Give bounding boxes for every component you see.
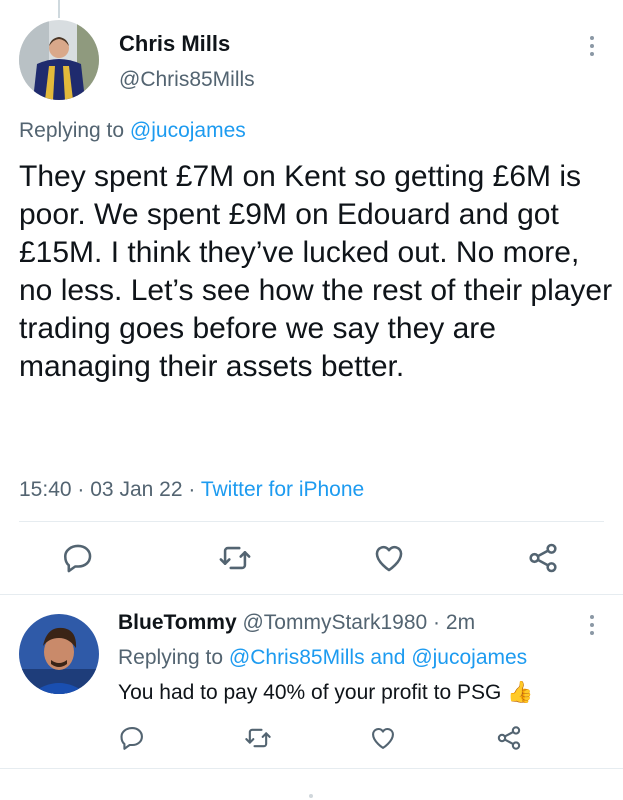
replying-to-handle-link[interactable]: @Chris85Mills [229,646,365,669]
reply-age[interactable]: 2m [446,611,475,634]
more-options-icon[interactable] [590,36,596,56]
heart-icon[interactable] [369,724,397,752]
page-indicator-dot [309,794,313,798]
heart-icon[interactable] [372,541,406,575]
reply-tweet-text: You had to pay 40% of your profit to PSG… [118,681,533,705]
divider [0,594,623,595]
retweet-icon[interactable] [244,724,272,752]
retweet-icon[interactable] [218,541,252,575]
replying-to: Replying to @Chris85Mills and @jucojames [118,646,527,670]
tweet-time[interactable]: 15:40 [19,478,72,501]
replying-to-and[interactable]: and [370,646,405,669]
share-icon[interactable] [526,541,560,575]
avatar[interactable] [19,614,99,694]
author-name[interactable]: Chris Mills [119,31,230,57]
meta-separator: · [188,478,196,501]
thread-connector-line [58,0,60,18]
replying-to-label: Replying to [118,646,224,669]
tweet-metadata: 15:40 · 03 Jan 22 · Twitter for iPhone [19,478,364,502]
reply-text: You had to pay 40% of your profit to PSG [118,681,502,704]
replying-to-label: Replying to [19,119,125,142]
reply-icon[interactable] [61,541,95,575]
meta-separator: · [433,611,441,634]
replying-to-handle-link[interactable]: @jucojames [411,646,527,669]
divider [0,768,623,769]
more-options-icon[interactable] [590,615,596,635]
reply-author-name[interactable]: BlueTommy [118,611,237,634]
replying-to: Replying to @jucojames [19,119,246,143]
tweet-text: They spent £7M on Kent so getting £6M is… [19,160,613,383]
reply-icon[interactable] [118,724,146,752]
reply-author-handle[interactable]: @TommyStark1980 [242,611,427,634]
divider [19,521,604,522]
share-icon[interactable] [495,724,523,752]
avatar-image [19,614,99,694]
thumbs-up-emoji: 👍 [507,681,534,704]
meta-separator: · [77,478,85,501]
tweet-date[interactable]: 03 Jan 22 [90,478,182,501]
replying-to-handle-link[interactable]: @jucojames [130,119,246,142]
avatar-image [19,20,99,100]
avatar[interactable] [19,20,99,100]
reply-header: BlueTommy @TommyStark1980 · 2m [118,611,475,635]
author-handle[interactable]: @Chris85Mills [119,68,255,92]
tweet-source-link[interactable]: Twitter for iPhone [201,478,364,501]
